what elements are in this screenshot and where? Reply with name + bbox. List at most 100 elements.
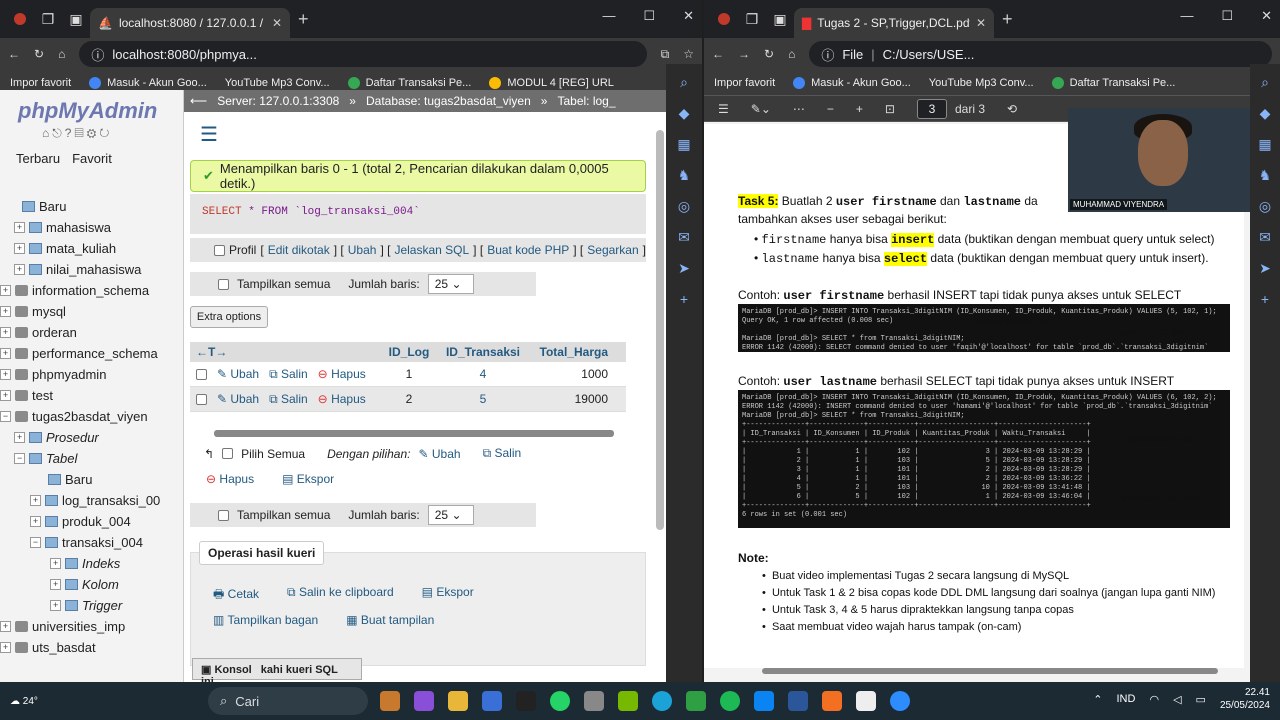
copy-clipboard-link[interactable]: ⧉ Salin ke clipboard (287, 585, 394, 606)
tree-item[interactable]: + Indeks (0, 553, 170, 574)
show-all-checkbox[interactable] (218, 278, 229, 290)
more-icon[interactable]: ⋯ (793, 102, 805, 116)
chart-link[interactable]: ▥ Tampilkan bagan (213, 613, 318, 627)
pma-logo[interactable]: phpMyAdmin (0, 90, 183, 126)
briefcase-icon[interactable]: ▦ (1258, 136, 1271, 153)
refresh-link[interactable]: Segarkan (587, 243, 638, 257)
outlook-icon[interactable]: ✉ (678, 229, 690, 246)
tree-item[interactable]: + Trigger (0, 595, 170, 616)
send-icon[interactable]: ➤ (678, 260, 690, 277)
show-all-checkbox[interactable] (218, 509, 229, 521)
home-icon[interactable]: ⌂ (58, 47, 65, 61)
send-icon[interactable]: ➤ (1259, 260, 1271, 277)
close-window-icon[interactable]: ✕ (1261, 8, 1272, 24)
row-checkbox[interactable] (196, 368, 207, 380)
add-icon[interactable]: + (1261, 291, 1269, 307)
edit-row-link[interactable]: ✎ Ubah (217, 367, 259, 381)
tree-item[interactable]: + Kolom (0, 574, 170, 595)
tree-item[interactable]: + performance_schema (0, 343, 170, 364)
search-icon[interactable]: ⌕ (1261, 74, 1269, 91)
bookmark-item[interactable]: YouTube Mp3 Conv... (929, 77, 1034, 89)
delete-row-link[interactable]: ⊖ Hapus (318, 392, 366, 406)
tree-item[interactable]: + phpmyadmin (0, 364, 170, 385)
minimize-icon[interactable]: — (602, 8, 615, 24)
taskbar-search[interactable]: ⌕ Cari (208, 687, 368, 715)
bookmark-item[interactable]: Impor favorit (714, 77, 775, 89)
tag-icon[interactable]: ◆ (679, 105, 690, 122)
tree-item[interactable]: − transaksi_004 (0, 532, 170, 553)
bookmark-item[interactable]: YouTube Mp3 Conv... (225, 77, 330, 89)
app-icon[interactable] (482, 691, 502, 711)
search-icon[interactable]: ⌕ (680, 74, 688, 91)
url-field[interactable]: ⓘ File | C:/Users/USE... (809, 41, 1272, 67)
games-icon[interactable]: ♞ (1259, 167, 1272, 184)
tree-item[interactable]: + mahasiswa (0, 217, 170, 238)
maximize-icon[interactable]: ☐ (1221, 8, 1233, 24)
copilot-icon[interactable]: ◎ (1259, 198, 1271, 215)
bulk-edit[interactable]: ✎ Ubah (419, 447, 461, 461)
docs-icon[interactable]: ▤ (74, 126, 86, 140)
bookmark-item[interactable]: Daftar Transaksi Pe... (1051, 76, 1175, 89)
app-icon[interactable] (380, 691, 400, 711)
whatsapp-icon[interactable] (550, 691, 570, 711)
fit-page-icon[interactable]: ⊡ (885, 102, 895, 116)
select-all-checkbox[interactable] (222, 448, 234, 459)
menu-icon[interactable]: ☰ (200, 122, 218, 147)
settings-icon[interactable]: ⚙ (87, 126, 100, 140)
extensions-icon[interactable]: ⧉ (661, 47, 670, 62)
tree-item[interactable]: + log_transaksi_00 (0, 490, 170, 511)
app-icon[interactable] (584, 691, 604, 711)
bookmark-item[interactable]: Daftar Transaksi Pe... (347, 76, 471, 89)
app-icon[interactable] (414, 691, 434, 711)
vertical-scrollbar[interactable] (656, 130, 664, 530)
crumb-database[interactable]: Database: tugas2basdat_viyen (366, 94, 531, 108)
edge-icon[interactable] (652, 691, 672, 711)
app-icon[interactable] (856, 691, 876, 711)
bulk-export[interactable]: ▤ Ekspor (282, 472, 334, 486)
tree-item[interactable]: + produk_004 (0, 511, 170, 532)
file-explorer-icon[interactable] (448, 691, 468, 711)
spotify-icon[interactable] (720, 691, 740, 711)
extra-options-button[interactable]: Extra options (190, 306, 268, 328)
copy-row-link[interactable]: ⧉ Salin (269, 367, 308, 382)
bookmark-item[interactable]: Masuk - Akun Goo... (89, 76, 207, 89)
print-link[interactable]: 🖶 Cetak (213, 585, 259, 606)
cell[interactable]: 2 (380, 392, 438, 406)
bulk-delete[interactable]: ⊖ Hapus (206, 472, 254, 486)
console-bar[interactable]: ▣ Konsol kahi kueri SQL ini (192, 658, 362, 682)
copy-row-link[interactable]: ⧉ Salin (269, 392, 308, 407)
weather-widget[interactable]: ☁ 24° (0, 696, 60, 707)
create-view-link[interactable]: ▦ Buat tampilan (346, 613, 434, 627)
url-field[interactable]: ⓘ localhost:8080/phpmya... (79, 41, 647, 67)
delete-row-link[interactable]: ⊖ Hapus (318, 367, 366, 381)
contents-icon[interactable]: ☰ (718, 102, 729, 116)
back-icon[interactable]: ← (8, 47, 20, 61)
row-checkbox[interactable] (196, 393, 207, 405)
right-active-tab[interactable]: ▇ Tugas 2 - SP,Trigger,DCL.pdf ✕ (794, 8, 994, 38)
pdf-horizontal-scrollbar[interactable] (762, 668, 1218, 674)
workspaces-icon[interactable]: ❐ (738, 5, 766, 33)
profil-checkbox[interactable] (214, 244, 225, 256)
cell[interactable]: 19000 (528, 392, 614, 406)
php-code-link[interactable]: Buat kode PHP (487, 243, 569, 257)
briefcase-icon[interactable]: ▦ (677, 136, 690, 153)
new-tab-icon[interactable]: + (1002, 9, 1013, 30)
tree-item[interactable]: + test (0, 385, 170, 406)
language-indicator[interactable]: IND (1117, 693, 1136, 705)
left-active-tab[interactable]: ⛵ localhost:8080 / 127.0.0.1 / tugas ✕ (90, 8, 290, 38)
tree-item[interactable]: Baru (0, 469, 170, 490)
favorites-icon[interactable]: ☆ (683, 47, 694, 61)
bookmark-item[interactable]: Impor favorit (10, 77, 71, 89)
wifi-icon[interactable]: ◠ (1149, 693, 1159, 706)
col-id-log[interactable]: ID_Log (380, 345, 438, 359)
crumb-server[interactable]: Server: 127.0.0.1:3308 (217, 94, 339, 108)
cell-link[interactable]: 5 (438, 392, 528, 406)
collapse-icon[interactable]: ⟵ (190, 94, 207, 108)
export-link[interactable]: ▤ Ekspor (422, 585, 474, 606)
word-icon[interactable] (788, 691, 808, 711)
add-icon[interactable]: + (680, 291, 688, 307)
home-icon[interactable]: ⌂ (42, 126, 52, 140)
nvidia-icon[interactable] (618, 691, 638, 711)
tree-item[interactable]: + universities_imp (0, 616, 170, 637)
help-icon[interactable]: ? (65, 126, 75, 140)
